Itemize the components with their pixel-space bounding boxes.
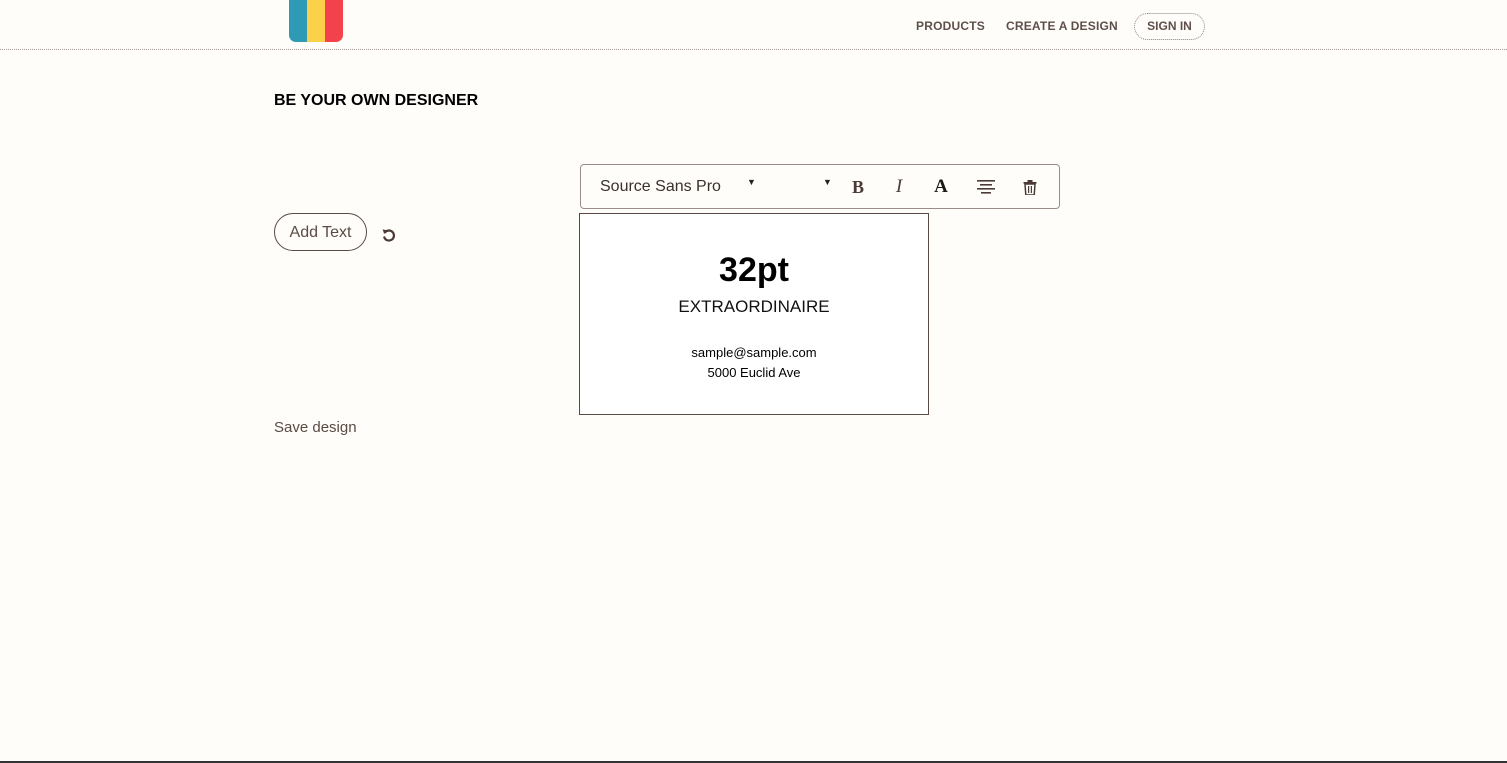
- sign-in-button[interactable]: SIGN IN: [1134, 13, 1205, 40]
- undo-icon[interactable]: [379, 225, 399, 245]
- logo-stripe-yellow: [307, 0, 325, 42]
- add-text-button[interactable]: Add Text: [274, 213, 367, 251]
- font-color-icon[interactable]: A: [930, 176, 952, 198]
- nav-create-design-link[interactable]: CREATE A DESIGN: [1006, 19, 1118, 33]
- page-title: BE YOUR OWN DESIGNER: [274, 92, 479, 109]
- top-navigation-bar: PRODUCTS CREATE A DESIGN SIGN IN: [0, 0, 1507, 50]
- card-headline-text[interactable]: 32pt: [580, 251, 928, 290]
- font-size-dropdown-caret-icon[interactable]: ▼: [823, 177, 832, 187]
- logo-stripe-blue: [289, 0, 307, 42]
- align-center-icon[interactable]: [975, 176, 997, 198]
- save-design-link[interactable]: Save design: [274, 419, 357, 436]
- bold-icon[interactable]: B: [847, 176, 869, 198]
- font-family-select[interactable]: Source Sans Pro: [600, 178, 721, 196]
- italic-icon[interactable]: I: [888, 176, 910, 198]
- font-family-dropdown-caret-icon[interactable]: ▼: [747, 177, 756, 187]
- text-format-toolbar: Source Sans Pro ▼ ▼ B I A: [580, 164, 1060, 209]
- brand-logo[interactable]: [289, 0, 343, 42]
- card-subtitle-text[interactable]: EXTRAORDINAIRE: [580, 297, 928, 317]
- nav-products-link[interactable]: PRODUCTS: [916, 19, 985, 33]
- card-email-text[interactable]: sample@sample.com: [580, 345, 928, 360]
- card-address-text[interactable]: 5000 Euclid Ave: [580, 365, 928, 380]
- business-card-canvas[interactable]: 32pt EXTRAORDINAIRE sample@sample.com 50…: [579, 213, 929, 415]
- logo-stripe-red: [325, 0, 343, 42]
- trash-icon[interactable]: [1019, 176, 1041, 198]
